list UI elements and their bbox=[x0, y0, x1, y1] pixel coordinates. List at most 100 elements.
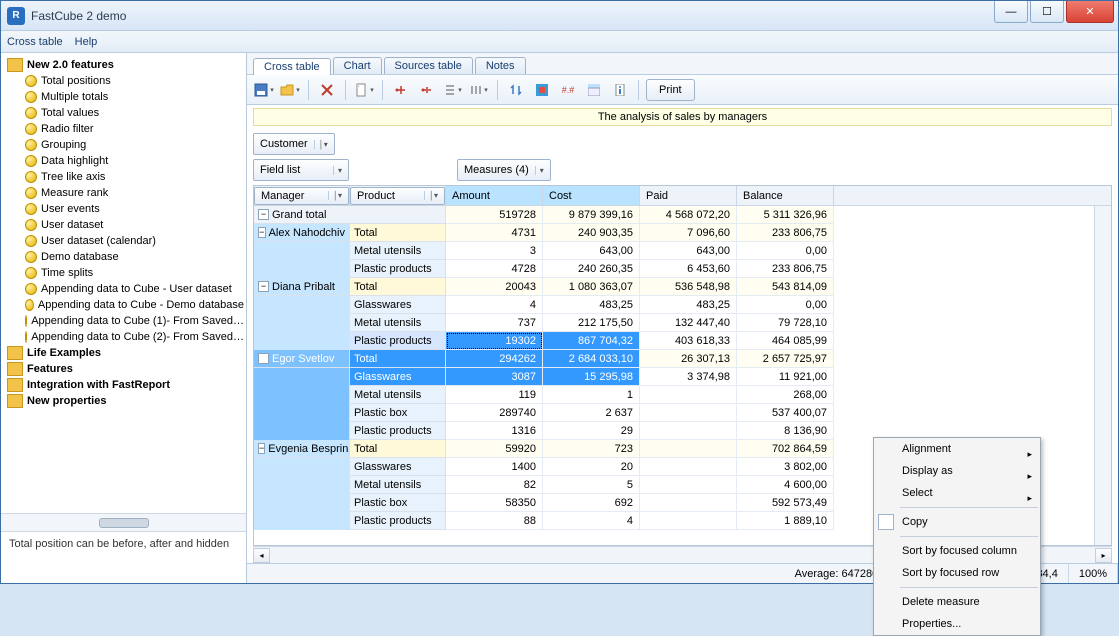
data-cell[interactable]: 11 921,00 bbox=[737, 368, 834, 386]
data-cell[interactable]: 119 bbox=[446, 386, 543, 404]
data-cell[interactable]: 3 374,98 bbox=[640, 368, 737, 386]
data-cell[interactable]: 0,00 bbox=[737, 242, 834, 260]
data-cell[interactable]: 537 400,07 bbox=[737, 404, 834, 422]
data-cell[interactable]: 737 bbox=[446, 314, 543, 332]
ctx-copy[interactable]: Copy bbox=[874, 511, 1040, 533]
row-product-cell[interactable]: Total bbox=[350, 224, 446, 242]
data-cell[interactable]: 2 657 725,97 bbox=[737, 350, 834, 368]
data-cell[interactable]: 132 447,40 bbox=[640, 314, 737, 332]
data-cell[interactable]: 519728 bbox=[446, 206, 543, 224]
ctx-display-as[interactable]: Display as bbox=[874, 460, 1040, 482]
data-cell[interactable]: 4 bbox=[446, 296, 543, 314]
data-cell[interactable]: 82 bbox=[446, 476, 543, 494]
row-manager-cell[interactable] bbox=[254, 368, 350, 386]
data-cell[interactable]: 59920 bbox=[446, 440, 543, 458]
data-cell[interactable]: 4 bbox=[543, 512, 640, 530]
data-cell[interactable]: 20 bbox=[543, 458, 640, 476]
row-manager-cell[interactable] bbox=[254, 404, 350, 422]
maximize-button[interactable]: ☐ bbox=[1030, 1, 1064, 23]
data-cell[interactable]: 29 bbox=[543, 422, 640, 440]
data-cell[interactable]: 58350 bbox=[446, 494, 543, 512]
data-cell[interactable]: 9 879 399,16 bbox=[543, 206, 640, 224]
data-cell[interactable]: 3087 bbox=[446, 368, 543, 386]
row-manager-cell[interactable] bbox=[254, 260, 350, 278]
data-cell[interactable]: 2 637 bbox=[543, 404, 640, 422]
minimize-button[interactable]: — bbox=[994, 1, 1028, 23]
col-width-icon[interactable] bbox=[468, 79, 490, 101]
menu-help[interactable]: Help bbox=[75, 36, 98, 48]
ctx-sort-col[interactable]: Sort by focused column bbox=[874, 540, 1040, 562]
row-product-cell[interactable]: Plastic box bbox=[350, 494, 446, 512]
data-cell[interactable]: 294262 bbox=[446, 350, 543, 368]
row-product-cell[interactable]: Metal utensils bbox=[350, 476, 446, 494]
tree-item[interactable]: Total values bbox=[3, 105, 244, 121]
row-manager-cell[interactable] bbox=[254, 512, 350, 530]
tree-folder[interactable]: Features bbox=[3, 361, 244, 377]
tab-cross-table[interactable]: Cross table bbox=[253, 58, 331, 75]
row-manager-cell[interactable] bbox=[254, 476, 350, 494]
sort-icon[interactable] bbox=[505, 79, 527, 101]
ctx-properties[interactable]: Properties... bbox=[874, 613, 1040, 635]
data-cell[interactable]: 483,25 bbox=[543, 296, 640, 314]
data-cell[interactable]: 4 568 072,20 bbox=[640, 206, 737, 224]
tree-item[interactable]: Demo database bbox=[3, 249, 244, 265]
row-product-cell[interactable]: Total bbox=[350, 350, 446, 368]
grid-vscroll[interactable] bbox=[1094, 206, 1111, 545]
data-cell[interactable]: 15 295,98 bbox=[543, 368, 640, 386]
row-manager-cell[interactable] bbox=[254, 314, 350, 332]
row-manager-cell[interactable]: −Diana Pribalt bbox=[254, 278, 350, 296]
ctx-select[interactable]: Select bbox=[874, 482, 1040, 504]
tree-item[interactable]: Radio filter bbox=[3, 121, 244, 137]
data-cell[interactable]: 8 136,90 bbox=[737, 422, 834, 440]
tree-item[interactable]: Appending data to Cube (1)- From Saved… bbox=[3, 313, 244, 329]
data-cell[interactable]: 403 618,33 bbox=[640, 332, 737, 350]
row-height-icon[interactable] bbox=[442, 79, 464, 101]
tree-item[interactable]: Time splits bbox=[3, 265, 244, 281]
tree-item[interactable]: Grouping bbox=[3, 137, 244, 153]
row-product-cell[interactable]: Plastic box bbox=[350, 404, 446, 422]
col-cost[interactable]: Cost bbox=[543, 186, 640, 205]
data-cell[interactable] bbox=[640, 404, 737, 422]
menu-cross-table[interactable]: Cross table bbox=[7, 36, 63, 48]
tree-item[interactable]: Data highlight bbox=[3, 153, 244, 169]
data-cell[interactable] bbox=[640, 386, 737, 404]
chip-measures[interactable]: Measures (4)▾ bbox=[457, 159, 551, 181]
info-icon[interactable] bbox=[609, 79, 631, 101]
data-cell[interactable]: 26 307,13 bbox=[640, 350, 737, 368]
chip-fieldlist[interactable]: Field list▾ bbox=[253, 159, 349, 181]
data-cell[interactable]: 464 085,99 bbox=[737, 332, 834, 350]
data-cell[interactable] bbox=[640, 458, 737, 476]
row-manager-cell[interactable]: −Evgenia Besprinzipnaya bbox=[254, 440, 350, 458]
data-cell[interactable]: 233 806,75 bbox=[737, 260, 834, 278]
sidebar-hscroll[interactable] bbox=[1, 513, 246, 531]
data-cell[interactable]: 0,00 bbox=[737, 296, 834, 314]
row-manager-cell[interactable] bbox=[254, 332, 350, 350]
data-cell[interactable]: 4 600,00 bbox=[737, 476, 834, 494]
col-paid[interactable]: Paid bbox=[640, 186, 737, 205]
row-manager-cell[interactable] bbox=[254, 494, 350, 512]
data-cell[interactable]: 5 bbox=[543, 476, 640, 494]
ctx-sort-row[interactable]: Sort by focused row bbox=[874, 562, 1040, 584]
data-cell[interactable]: 20043 bbox=[446, 278, 543, 296]
row-manager-cell[interactable] bbox=[254, 422, 350, 440]
data-cell[interactable]: 240 260,35 bbox=[543, 260, 640, 278]
row-manager-cell[interactable] bbox=[254, 458, 350, 476]
print-button[interactable]: Print bbox=[646, 79, 695, 101]
tab-notes[interactable]: Notes bbox=[475, 57, 526, 74]
data-cell[interactable]: 692 bbox=[543, 494, 640, 512]
tree-folder-root[interactable]: New 2.0 features bbox=[3, 57, 244, 73]
row-manager-cell[interactable] bbox=[254, 296, 350, 314]
collapse-icon[interactable] bbox=[390, 79, 412, 101]
data-cell[interactable]: 240 903,35 bbox=[543, 224, 640, 242]
row-product-cell[interactable]: Total bbox=[350, 278, 446, 296]
data-cell[interactable]: 702 864,59 bbox=[737, 440, 834, 458]
col-amount[interactable]: Amount bbox=[446, 186, 543, 205]
tree-item[interactable]: User events bbox=[3, 201, 244, 217]
row-manager-cell[interactable]: −Egor Svetlov bbox=[254, 350, 350, 368]
row-product-cell[interactable]: Glasswares bbox=[350, 368, 446, 386]
export-icon[interactable] bbox=[353, 79, 375, 101]
ctx-delete-measure[interactable]: Delete measure bbox=[874, 591, 1040, 613]
col-balance[interactable]: Balance bbox=[737, 186, 834, 205]
data-cell[interactable]: 643,00 bbox=[640, 242, 737, 260]
row-manager-cell[interactable]: −Alex Nahodchiv bbox=[254, 224, 350, 242]
